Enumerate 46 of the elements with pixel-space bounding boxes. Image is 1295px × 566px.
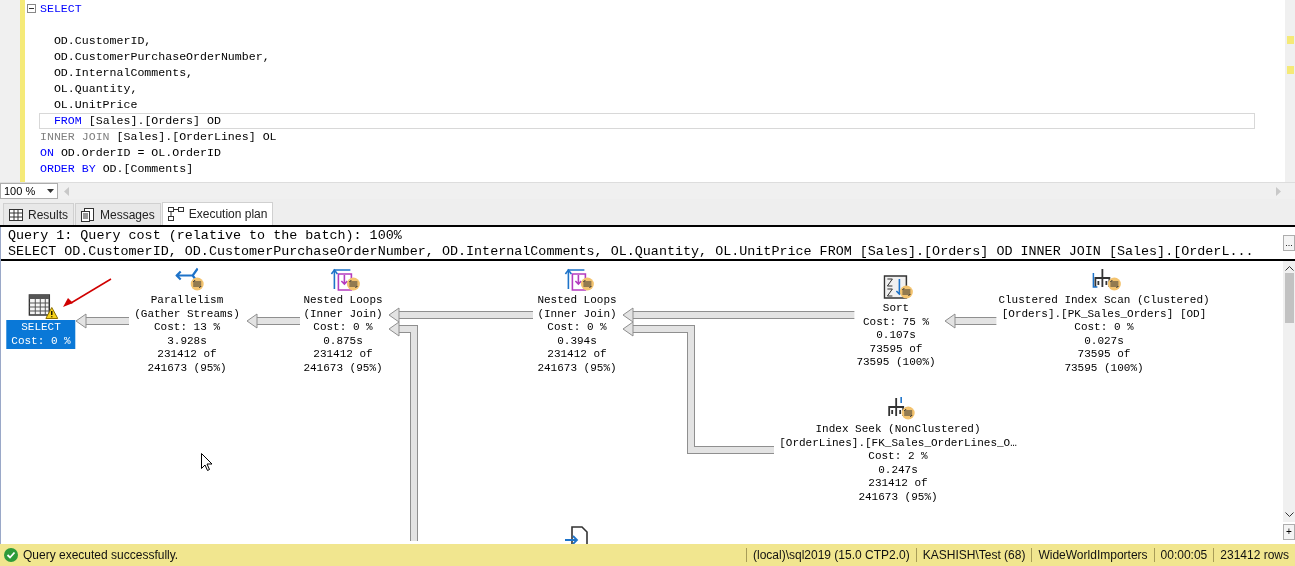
status-field: (local)\sql2019 (15.0 CTP2.0) xyxy=(745,548,916,562)
connector-arrow xyxy=(944,313,998,329)
caret-icon xyxy=(47,189,54,193)
scrollbar[interactable] xyxy=(1283,261,1295,522)
code-line: ORDER BY OD.[Comments] xyxy=(39,161,195,177)
status-message: Query executed successfully. xyxy=(23,548,179,562)
result-tab[interactable]: Results xyxy=(3,203,74,225)
grid-icon xyxy=(9,208,23,221)
sort-icon xyxy=(883,275,909,301)
result-tab[interactable]: Messages xyxy=(75,203,161,225)
scroll-left-icon[interactable] xyxy=(64,186,70,196)
scroll-up-icon[interactable] xyxy=(1284,265,1294,271)
scroll-down-icon[interactable] xyxy=(1284,512,1294,518)
scrollbar[interactable] xyxy=(1285,0,1295,182)
document-icon xyxy=(81,207,95,222)
expand-button[interactable]: + xyxy=(1283,524,1295,540)
status-field: 231412 rows xyxy=(1213,548,1295,562)
scrollbar-thumb[interactable] xyxy=(1284,273,1294,323)
query-cost-text: Query 1: Query cost (relative to the batch): 100% xyxy=(8,228,403,244)
lookup-icon xyxy=(564,525,590,544)
arrow-annotation xyxy=(63,278,112,307)
collapse-icon[interactable] xyxy=(27,4,36,13)
cursor-icon xyxy=(201,453,213,471)
query-cost-text: SELECT OD.CustomerID, OD.CustomerPurchaseOrderNumber, OD.InternalComments, OL.Quantity, OL.UnitPrice FROM [Sales].[Orders] OD INNER JOIN [Sales].[OrderL... xyxy=(8,244,1254,260)
code-line: OD.CustomerID, xyxy=(52,33,153,49)
status-field: 00:00:05 xyxy=(1153,548,1214,562)
code-line: INNER JOIN [Sales].[OrderLines] OL xyxy=(39,129,278,145)
code-line: OD.InternalComments, xyxy=(52,65,195,81)
code-line: SELECT xyxy=(39,1,83,17)
result-tab[interactable]: Execution plan xyxy=(161,202,274,225)
more-button[interactable]: ... xyxy=(1283,235,1295,251)
operator-label[interactable]: Nested Loops (Inner Join) Cost: 0 % 0.394s 231412 of 241673 (95%) xyxy=(535,294,619,375)
status-field: WideWorldImporters xyxy=(1031,548,1154,562)
code-line: OL.Quantity, xyxy=(52,81,139,97)
code-line: OD.CustomerPurchaseOrderNumber, xyxy=(52,49,271,65)
operator-label[interactable]: Nested Loops (Inner Join) Cost: 0 % 0.875s 231412 of 241673 (95%) xyxy=(301,294,385,375)
operator-label[interactable]: SELECT Cost: 0 % xyxy=(6,320,76,349)
code-line: ON OD.OrderID = OL.OrderID xyxy=(39,145,222,161)
scroll-right-icon[interactable] xyxy=(1275,186,1281,196)
connector-arrow xyxy=(246,313,300,329)
code-line: OL.UnitPrice xyxy=(52,97,139,113)
plan-icon xyxy=(167,207,184,221)
zoom-dropdown[interactable]: 100 % xyxy=(0,183,58,199)
connector-arrow xyxy=(75,313,129,329)
status-field: KASHISH\Test (68) xyxy=(915,548,1032,562)
arrow-icon xyxy=(175,267,199,283)
